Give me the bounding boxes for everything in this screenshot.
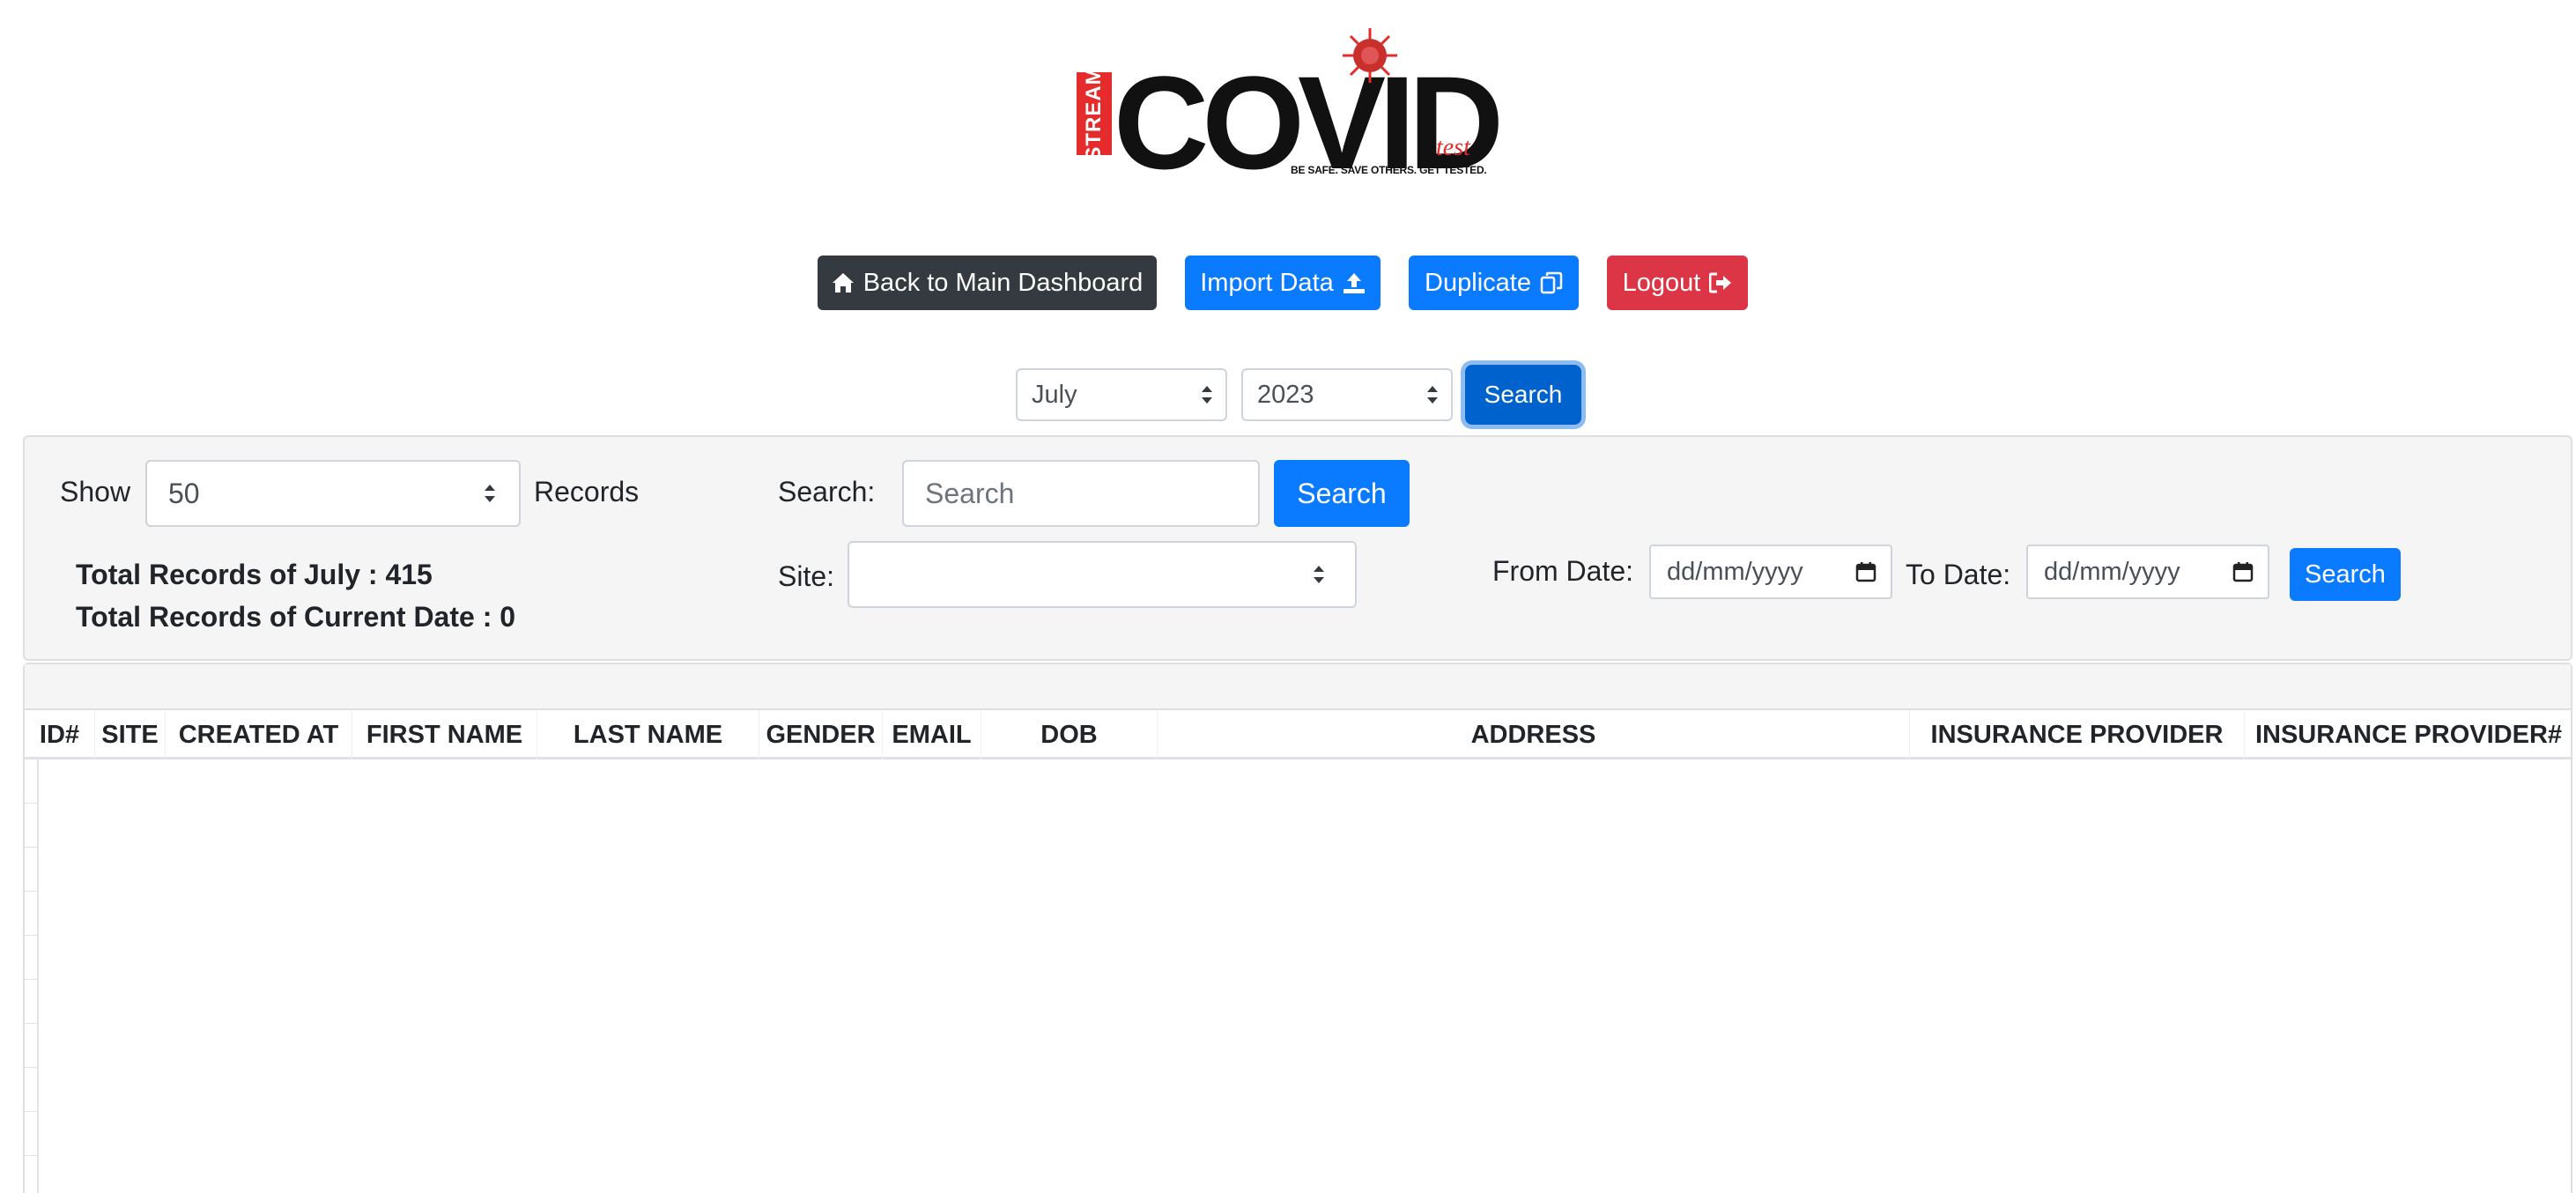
table-header: ID# SITE CREATED AT FIRST NAME LAST NAME… [25, 710, 2571, 760]
home-icon [832, 273, 854, 293]
to-date-input[interactable]: dd/mm/yyyy [2026, 545, 2269, 599]
virus-icon [1343, 28, 1397, 83]
records-label: Records [534, 476, 640, 508]
column-header[interactable]: INSURANCE PROVIDER [1910, 710, 2245, 760]
column-header[interactable]: EMAIL [883, 710, 981, 760]
column-header[interactable]: SITE [95, 710, 166, 760]
import-data-button[interactable]: Import Data [1185, 256, 1381, 310]
calendar-icon [1855, 562, 1876, 582]
calendar-icon [2232, 562, 2254, 582]
sign-out-icon [1709, 272, 1732, 293]
column-header[interactable]: GENDER [759, 710, 883, 760]
search-button[interactable]: Search [1274, 460, 1410, 527]
duplicate-button[interactable]: Duplicate [1409, 256, 1579, 310]
column-header[interactable]: CREATED AT [166, 710, 352, 760]
year-select[interactable]: 2023 [1241, 368, 1453, 421]
stream-covid-logo: STREAM COVID test BE SAFE. SAVE OTHERS. … [1077, 26, 1504, 189]
upload-icon [1343, 273, 1365, 293]
logo-tagline: BE SAFE. SAVE OTHERS. GET TESTED. [1291, 164, 1487, 176]
logo-test-text: test [1436, 134, 1470, 161]
month-select[interactable]: July [1016, 368, 1227, 421]
column-header[interactable]: LAST NAME [537, 710, 759, 760]
column-header[interactable]: INSURANCE PROVIDER# [2245, 710, 2572, 760]
records-per-page-select[interactable]: 50 [145, 460, 521, 527]
from-date-label: From Date: [1492, 555, 1634, 587]
copy-icon [1540, 271, 1563, 294]
select-arrows-icon [485, 485, 495, 502]
filter-panel: Show 50 Records Total Records of July : … [23, 435, 2572, 661]
table-body [25, 760, 39, 1193]
to-date-label: To Date: [1906, 559, 2011, 590]
search-input[interactable]: Search [902, 460, 1260, 527]
select-arrows-icon [1314, 566, 1324, 583]
site-select[interactable] [848, 541, 1357, 608]
column-header[interactable]: FIRST NAME [352, 710, 537, 760]
site-label: Site: [778, 560, 835, 592]
search-label: Search: [778, 476, 876, 508]
logout-button[interactable]: Logout [1607, 256, 1748, 310]
date-search-button[interactable]: Search [2290, 548, 2401, 601]
table-toolbar [25, 664, 2571, 710]
column-header[interactable]: ADDRESS [1158, 710, 1910, 760]
total-records-month: Total Records of July : 415 [76, 559, 433, 590]
select-arrows-icon [1202, 386, 1212, 404]
column-header[interactable]: DOB [981, 710, 1158, 760]
logo-stream-badge: STREAM [1077, 66, 1112, 161]
records-table: ID# SITE CREATED AT FIRST NAME LAST NAME… [23, 663, 2572, 1193]
period-search-button[interactable]: Search [1465, 365, 1581, 425]
from-date-input[interactable]: dd/mm/yyyy [1649, 545, 1892, 599]
show-label: Show [60, 476, 131, 508]
back-to-dashboard-button[interactable]: Back to Main Dashboard [818, 256, 1157, 310]
total-records-current-date: Total Records of Current Date : 0 [76, 601, 516, 633]
column-header[interactable]: ID# [25, 710, 95, 760]
select-arrows-icon [1427, 386, 1438, 404]
